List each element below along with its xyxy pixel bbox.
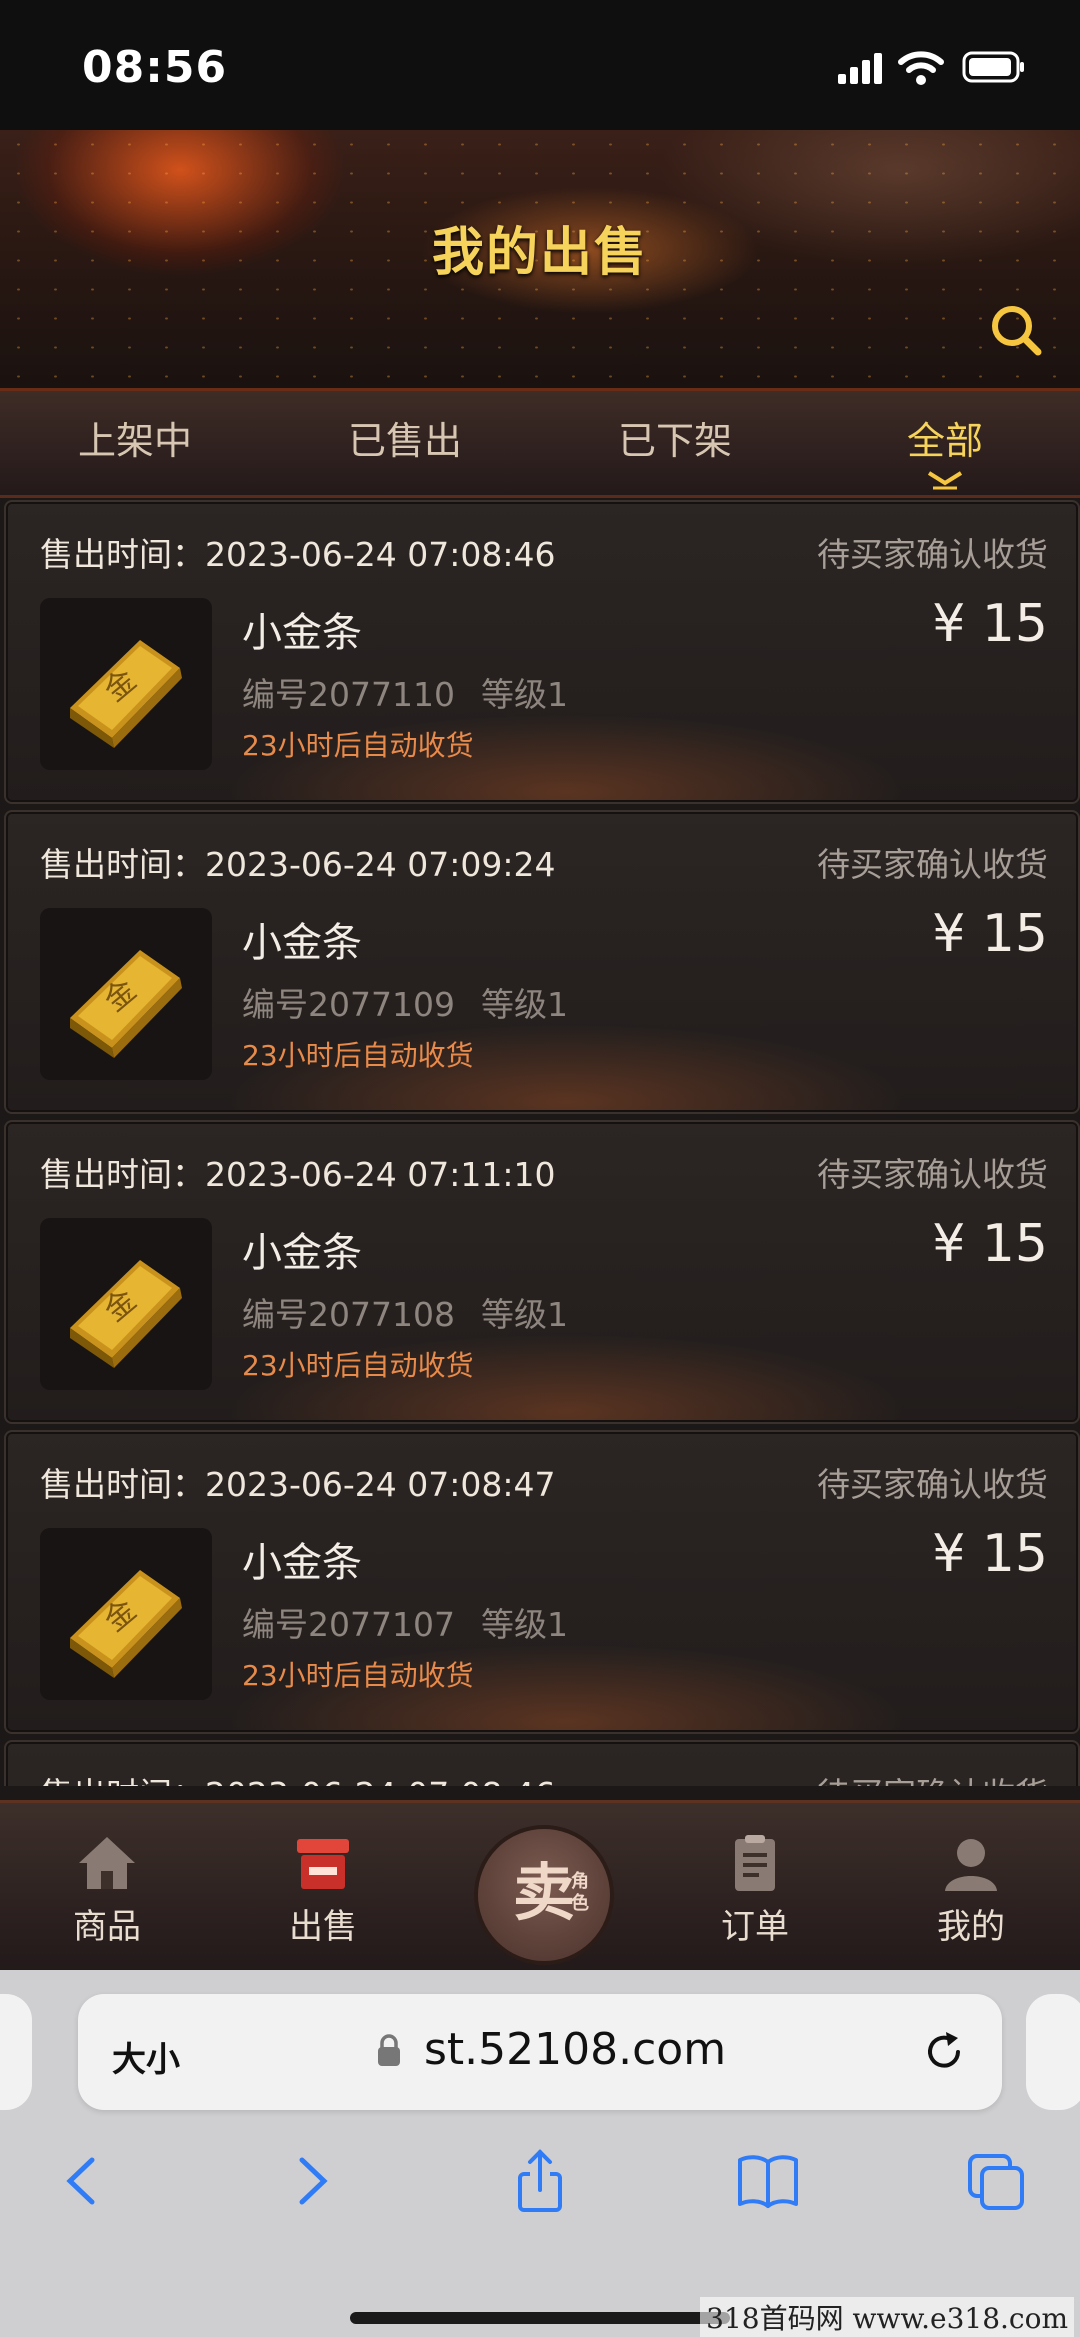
item-level: 等级1	[480, 1605, 568, 1644]
tab-listed[interactable]: 上架中	[0, 391, 270, 495]
previous-tab-card[interactable]	[0, 1994, 32, 2110]
lock-icon	[378, 2034, 400, 2066]
nav-sell[interactable]: 出售	[258, 1833, 388, 1948]
tab-label: 全部	[906, 419, 983, 463]
home-indicator	[350, 2312, 730, 2324]
sale-time: 售出时间：2023-06-24 07:08:47	[40, 1465, 556, 1504]
order-card[interactable]: 售出时间：2023-06-24 07:08:47 待买家确认收货 金 小金条 ¥…	[4, 1430, 1080, 1734]
order-tabs: 上架中 已售出 已下架 全部	[0, 388, 1080, 498]
url-text: st.52108.com	[424, 2024, 727, 2075]
watermark: 318首码网 www.e318.com	[700, 2297, 1074, 2337]
next-tab-card[interactable]	[1026, 1994, 1080, 2110]
text-size-button[interactable]: 大小	[112, 2032, 180, 2081]
chevron-down-icon	[927, 471, 963, 490]
item-meta: 编号2077110 等级1	[242, 668, 594, 716]
user-icon	[945, 1839, 997, 1891]
search-icon[interactable]	[988, 302, 1044, 358]
home-icon	[79, 1837, 135, 1889]
browser-toolbar: 大小 st.52108.com	[0, 1970, 1080, 2337]
order-card[interactable]: 售出时间：2023-06-24 07:11:10 待买家确认收货 金 小金条 ¥…	[4, 1120, 1080, 1424]
bookmarks-icon[interactable]	[736, 2148, 800, 2214]
nav-label: 商品	[73, 1907, 141, 1947]
item-price: ¥ 15	[932, 904, 1048, 964]
nav-label: 我的	[937, 1907, 1005, 1947]
reload-icon[interactable]	[920, 2028, 968, 2076]
item-level: 等级1	[480, 675, 568, 714]
item-id: 编号2077110	[242, 675, 455, 714]
tab-all[interactable]: 全部	[810, 391, 1080, 495]
sale-time: 售出时间：2023-06-24 07:08:46	[40, 1768, 555, 1786]
share-icon[interactable]	[508, 2148, 572, 2214]
auto-confirm-note: 23小时后自动收货	[242, 1039, 474, 1072]
item-price: ¥ 15	[932, 594, 1048, 654]
gold-bar-thumbnail: 金	[40, 908, 212, 1080]
item-price: ¥ 15	[932, 1214, 1048, 1274]
item-name: 小金条	[242, 920, 362, 966]
page-title: 我的出售	[431, 223, 648, 283]
order-card[interactable]: 售出时间：2023-06-24 07:08:46 待买家确认收货	[4, 1740, 1080, 1786]
address-bar[interactable]: 大小 st.52108.com	[78, 1994, 1002, 2110]
item-meta: 编号2077108 等级1	[242, 1288, 594, 1336]
gold-bar-thumbnail: 金	[40, 1218, 212, 1390]
wifi-icon	[898, 51, 944, 85]
nav-label: 出售	[289, 1907, 357, 1947]
item-level: 等级1	[480, 1295, 568, 1334]
status-time: 08:56	[82, 42, 228, 93]
item-id: 编号2077108	[242, 1295, 455, 1334]
battery-icon	[962, 51, 1024, 83]
tab-sold[interactable]: 已售出	[270, 391, 540, 495]
gold-bar-thumbnail: 金	[40, 1528, 212, 1700]
order-list: 售出时间：2023-06-24 07:08:46 待买家确认收货 金 小金条 ¥…	[0, 496, 1080, 1786]
item-name: 小金条	[242, 1540, 362, 1586]
sell-button-sub: 角色	[571, 1871, 589, 1914]
nav-products[interactable]: 商品	[42, 1833, 172, 1948]
auto-confirm-note: 23小时后自动收货	[242, 1349, 474, 1382]
nav-label: 订单	[721, 1907, 789, 1947]
sale-time: 售出时间：2023-06-24 07:11:10	[40, 1155, 556, 1194]
gold-bar-icon: 金	[70, 1570, 182, 1678]
tab-delisted[interactable]: 已下架	[540, 391, 810, 495]
order-status: 待买家确认收货	[817, 1155, 1048, 1194]
order-card[interactable]: 售出时间：2023-06-24 07:08:46 待买家确认收货 金 小金条 ¥…	[4, 500, 1080, 804]
item-id: 编号2077107	[242, 1605, 455, 1644]
gold-bar-thumbnail: 金	[40, 598, 212, 770]
sale-time: 售出时间：2023-06-24 07:08:46	[40, 535, 556, 574]
shop-icon	[297, 1839, 349, 1889]
auto-confirm-note: 23小时后自动收货	[242, 729, 474, 762]
header-banner: 我的出售	[0, 130, 1080, 388]
tabs-icon[interactable]	[964, 2148, 1028, 2214]
item-id: 编号2077109	[242, 985, 455, 1024]
item-name: 小金条	[242, 1230, 362, 1276]
order-status: 待买家确认收货	[817, 1465, 1048, 1504]
auto-confirm-note: 23小时后自动收货	[242, 1659, 474, 1692]
gold-bar-icon: 金	[70, 1260, 182, 1368]
order-card[interactable]: 售出时间：2023-06-24 07:09:24 待买家确认收货 金 小金条 ¥…	[4, 810, 1080, 1114]
tab-label: 已售出	[347, 419, 462, 463]
item-level: 等级1	[480, 985, 568, 1024]
sale-time: 售出时间：2023-06-24 07:09:24	[40, 845, 556, 884]
sell-button-label: 卖	[512, 1856, 575, 1929]
tab-label: 已下架	[617, 419, 732, 463]
gold-bar-icon: 金	[70, 640, 182, 748]
clipboard-icon	[735, 1835, 775, 1891]
back-icon[interactable]	[50, 2148, 114, 2214]
order-status: 待买家确认收货	[817, 1768, 1048, 1786]
nav-profile[interactable]: 我的	[906, 1833, 1036, 1948]
gold-bar-icon: 金	[70, 950, 182, 1058]
item-meta: 编号2077107 等级1	[242, 1598, 594, 1646]
item-price: ¥ 15	[932, 1524, 1048, 1584]
nav-orders[interactable]: 订单	[690, 1833, 820, 1948]
item-name: 小金条	[242, 610, 362, 656]
sell-role-button[interactable]: 卖 角色	[474, 1825, 614, 1965]
tab-label: 上架中	[77, 419, 192, 463]
bottom-navigation: 商品 出售 卖 角色 订单 我的	[0, 1800, 1080, 1973]
item-meta: 编号2077109 等级1	[242, 978, 594, 1026]
status-bar: 08:56	[0, 0, 1080, 130]
order-status: 待买家确认收货	[817, 535, 1048, 574]
cellular-signal-icon	[838, 53, 882, 84]
forward-icon[interactable]	[280, 2148, 344, 2214]
order-status: 待买家确认收货	[817, 845, 1048, 884]
